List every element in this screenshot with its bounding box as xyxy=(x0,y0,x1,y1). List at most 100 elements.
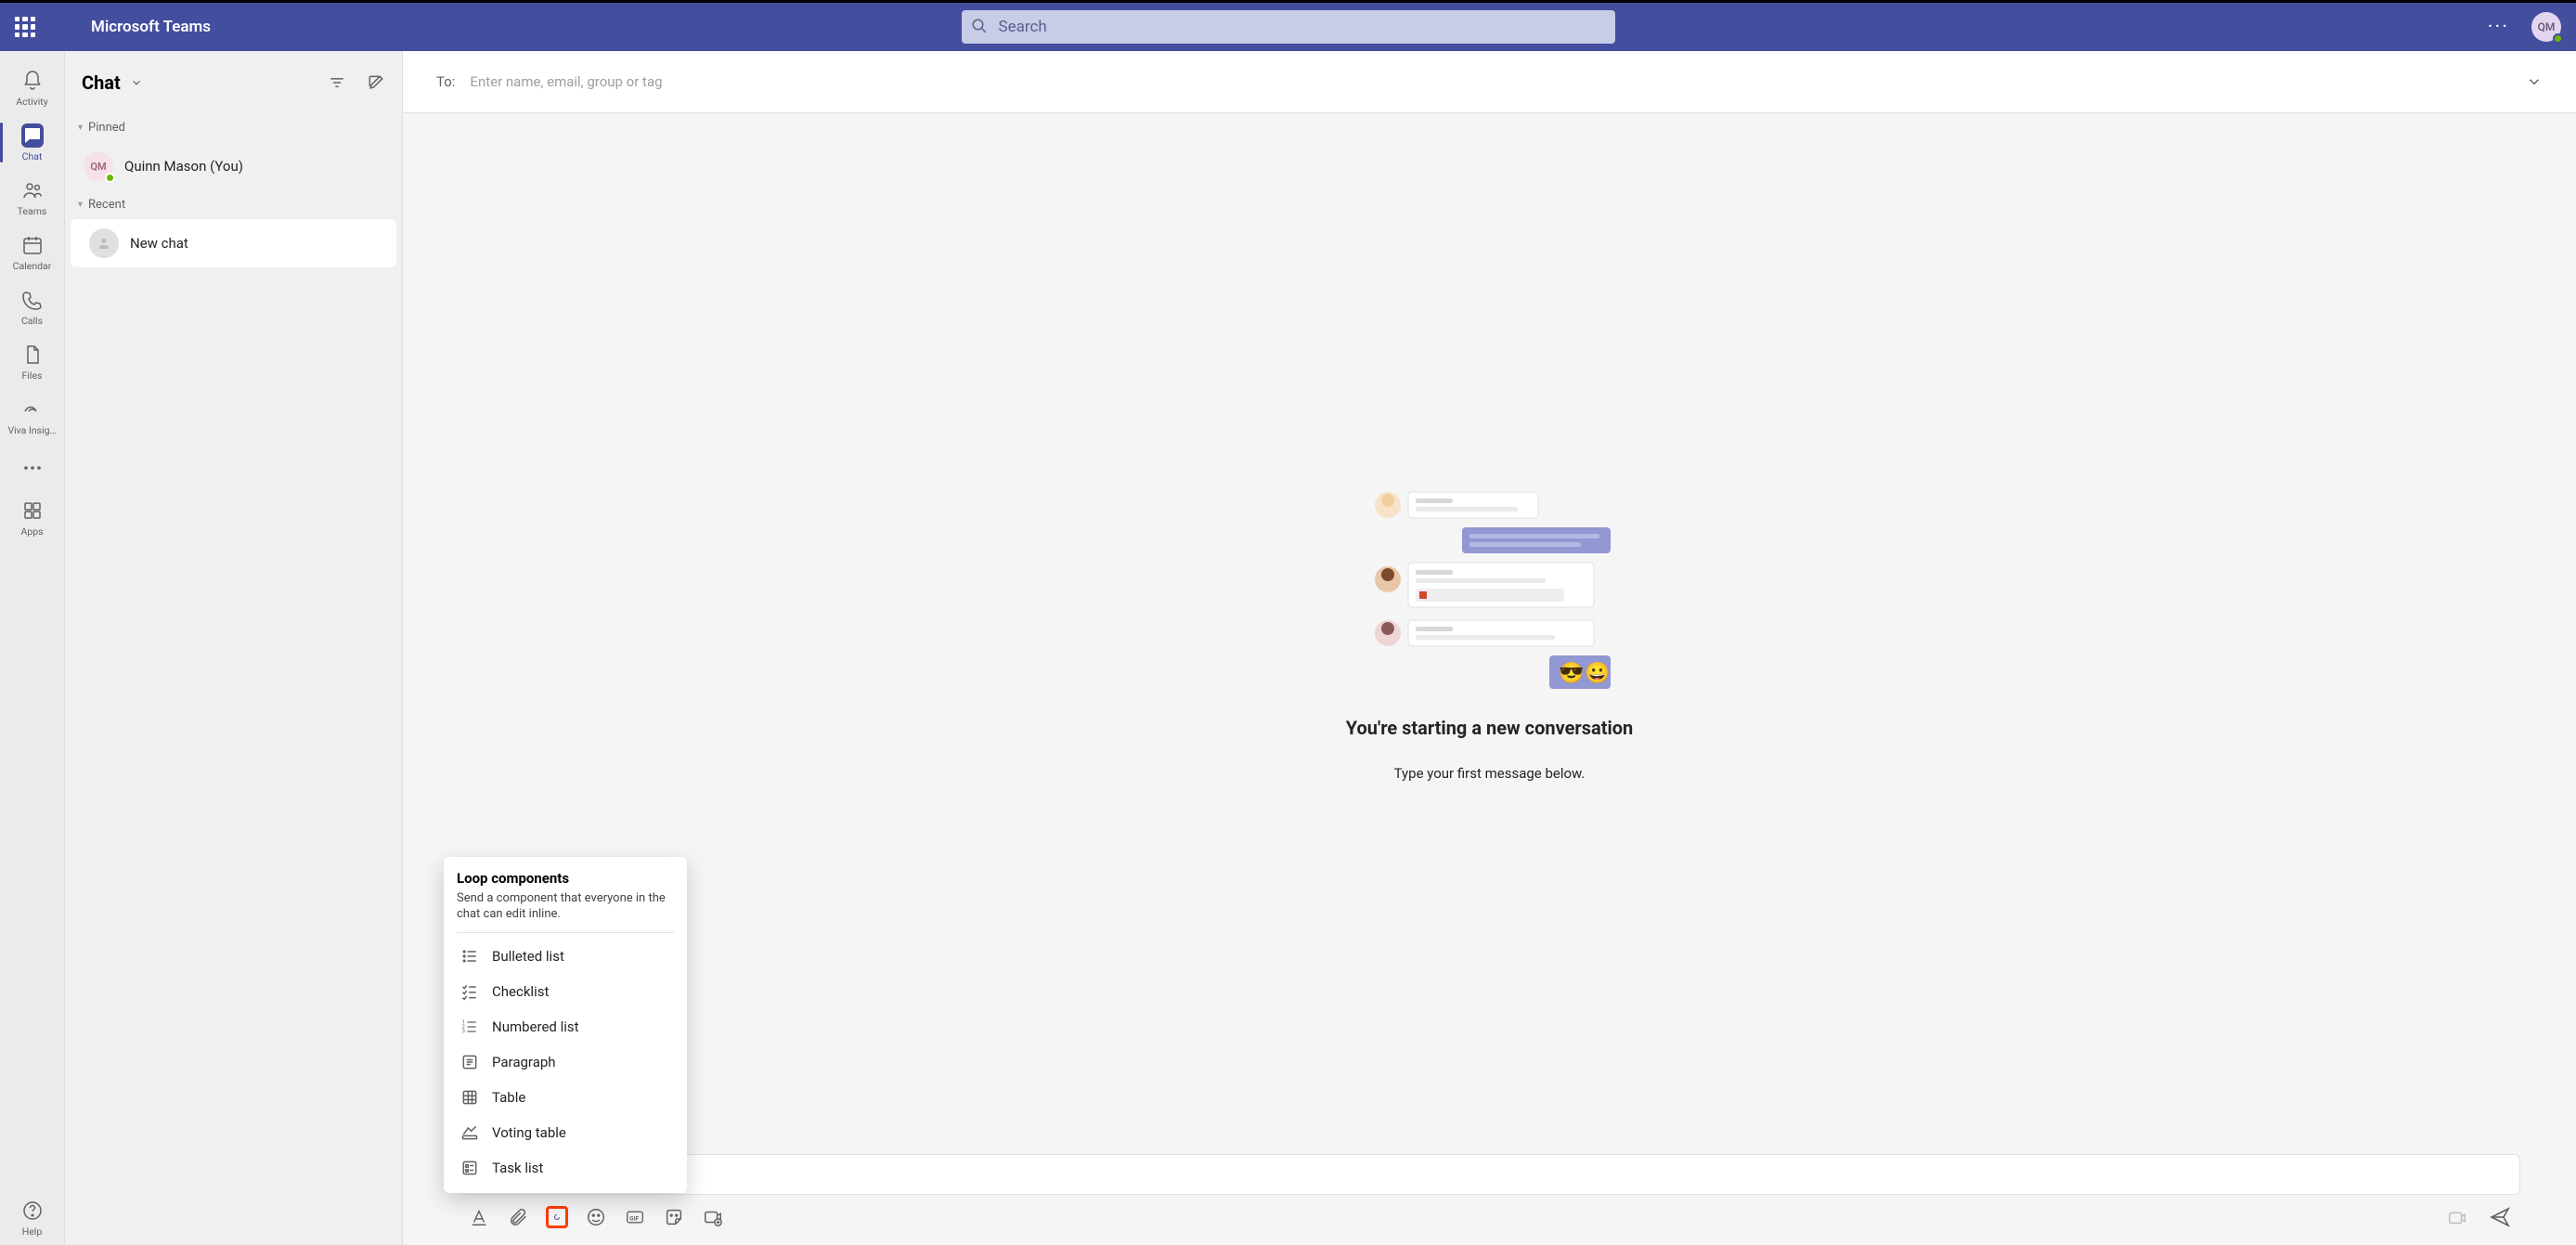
more-apps-button[interactable] xyxy=(702,1206,724,1228)
checklist-icon xyxy=(460,982,479,1001)
rail-more[interactable] xyxy=(0,447,65,486)
app-title: Microsoft Teams xyxy=(91,18,211,36)
rail-label: Teams xyxy=(18,205,47,217)
recipient-row: To: xyxy=(403,51,2576,113)
loop-item-label: Checklist xyxy=(492,983,549,1000)
user-initials: QM xyxy=(2538,20,2556,33)
rail-activity[interactable]: Activity xyxy=(0,60,65,115)
chat-list-header: Chat xyxy=(65,51,402,113)
empty-title: You're starting a new conversation xyxy=(1346,717,1634,739)
loop-checklist[interactable]: Checklist xyxy=(444,974,687,1009)
presence-available-icon xyxy=(2553,33,2563,44)
avatar: QM xyxy=(84,151,113,181)
rail-label: Calendar xyxy=(13,260,52,272)
emoji-button[interactable] xyxy=(585,1206,607,1228)
chat-list-panel: Chat ▾ Pinned QM Quinn Mason (You) xyxy=(65,51,403,1245)
numbered-list-icon: 123 xyxy=(460,1018,479,1036)
new-chat-icon[interactable] xyxy=(367,73,385,92)
rail-label: Files xyxy=(22,370,43,382)
rail-label: Activity xyxy=(16,96,47,108)
section-label: Recent xyxy=(88,198,125,212)
schedule-send-button[interactable] xyxy=(2446,1206,2468,1228)
to-label: To: xyxy=(436,73,455,90)
loop-item-label: Voting table xyxy=(492,1124,566,1141)
avatar-placeholder xyxy=(89,228,119,258)
loop-voting-table[interactable]: Voting table xyxy=(444,1115,687,1150)
conversation-illustration: 😎😀 xyxy=(1369,486,1611,691)
rail-label: Calls xyxy=(21,315,43,327)
loop-bulleted-list[interactable]: Bulleted list xyxy=(444,939,687,974)
loop-menu-description: Send a component that everyone in the ch… xyxy=(457,890,674,923)
chevron-down-icon[interactable] xyxy=(130,76,143,89)
avatar-initials: QM xyxy=(90,161,106,173)
chat-icon xyxy=(21,124,44,147)
rail-viva[interactable]: Viva Insig… xyxy=(0,389,65,444)
bell-icon xyxy=(21,70,44,92)
viva-icon xyxy=(21,398,44,421)
expand-recipients-icon[interactable] xyxy=(2526,73,2543,90)
svg-text:3: 3 xyxy=(462,1030,465,1035)
bulleted-list-icon xyxy=(460,947,479,966)
chat-item-label: New chat xyxy=(130,235,188,252)
chat-list-title: Chat xyxy=(82,71,121,94)
app-launcher-icon[interactable] xyxy=(15,17,35,37)
section-label: Pinned xyxy=(88,121,125,135)
search-container xyxy=(962,10,1615,44)
loop-item-label: Numbered list xyxy=(492,1018,579,1035)
rail-chat[interactable]: Chat xyxy=(0,115,65,170)
chat-item-label: Quinn Mason (You) xyxy=(124,158,243,175)
pinned-section-header[interactable]: ▾ Pinned xyxy=(65,113,402,142)
svg-text:😀: 😀 xyxy=(1585,661,1610,685)
rail-calls[interactable]: Calls xyxy=(0,279,65,334)
paragraph-icon xyxy=(460,1053,479,1071)
loop-item-label: Bulleted list xyxy=(492,948,564,965)
user-avatar[interactable]: QM xyxy=(2531,12,2561,42)
recipient-input[interactable] xyxy=(470,73,2526,90)
collapse-triangle-icon: ▾ xyxy=(78,123,83,133)
recent-section-header[interactable]: ▾ Recent xyxy=(65,190,402,219)
search-icon xyxy=(971,18,988,34)
search-input[interactable] xyxy=(962,10,1615,44)
svg-text:😎: 😎 xyxy=(1559,661,1584,685)
more-icon xyxy=(21,457,44,479)
loop-paragraph[interactable]: Paragraph xyxy=(444,1044,687,1080)
gif-button[interactable]: GIF xyxy=(624,1206,646,1228)
message-input[interactable] xyxy=(459,1154,2520,1195)
attach-button[interactable] xyxy=(507,1206,529,1228)
help-icon xyxy=(21,1200,44,1222)
sticker-button[interactable] xyxy=(663,1206,685,1228)
rail-label: Apps xyxy=(20,525,43,538)
filter-icon[interactable] xyxy=(328,73,346,92)
compose-toolbar: GIF xyxy=(459,1206,2520,1228)
svg-text:GIF: GIF xyxy=(629,1214,639,1222)
voting-icon xyxy=(460,1123,479,1142)
title-bar: Microsoft Teams ··· QM xyxy=(0,0,2576,51)
compose-area: Loop components Send a component that ev… xyxy=(403,1154,2576,1245)
more-options-button[interactable]: ··· xyxy=(2488,16,2509,39)
recent-new-chat[interactable]: New chat xyxy=(71,219,396,267)
loop-button[interactable] xyxy=(546,1206,568,1228)
loop-task-list[interactable]: Task list xyxy=(444,1150,687,1186)
loop-numbered-list[interactable]: 123 Numbered list xyxy=(444,1009,687,1044)
task-list-icon xyxy=(460,1159,479,1177)
pinned-chat-self[interactable]: QM Quinn Mason (You) xyxy=(65,142,402,190)
rail-apps[interactable]: Apps xyxy=(0,490,65,545)
people-icon xyxy=(21,179,44,201)
send-button[interactable] xyxy=(2489,1206,2511,1228)
rail-teams[interactable]: Teams xyxy=(0,170,65,225)
loop-table[interactable]: Table xyxy=(444,1080,687,1115)
app-rail: Activity Chat Teams Calendar xyxy=(0,51,65,1245)
rail-label: Chat xyxy=(22,150,43,162)
loop-menu-title: Loop components xyxy=(457,870,674,887)
empty-conversation: 😎😀 You're starting a new conversation Ty… xyxy=(403,113,2576,1154)
divider xyxy=(457,932,674,933)
rail-files[interactable]: Files xyxy=(0,334,65,389)
rail-help[interactable]: Help xyxy=(0,1190,65,1245)
collapse-triangle-icon: ▾ xyxy=(78,200,83,210)
loop-item-label: Paragraph xyxy=(492,1054,556,1070)
loop-components-menu: Loop components Send a component that ev… xyxy=(444,857,687,1193)
format-button[interactable] xyxy=(468,1206,490,1228)
rail-calendar[interactable]: Calendar xyxy=(0,225,65,279)
table-icon xyxy=(460,1088,479,1107)
conversation-pane: To: xyxy=(403,51,2576,1245)
